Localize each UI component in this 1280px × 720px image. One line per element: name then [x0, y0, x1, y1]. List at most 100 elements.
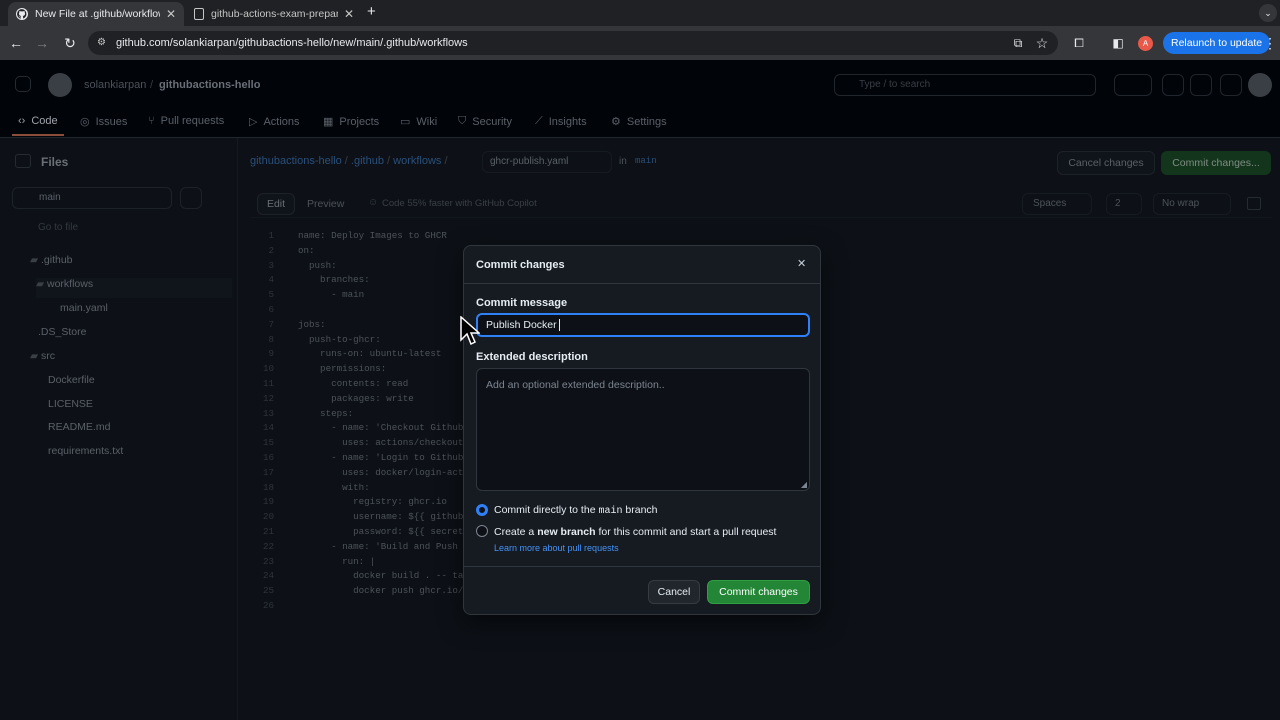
tab-issues[interactable]: ◎ Issues: [80, 115, 127, 129]
edit-tab[interactable]: Edit: [257, 193, 295, 215]
indent-mode-select[interactable]: Spaces: [1022, 193, 1092, 215]
pull-requests-icon[interactable]: [1190, 74, 1212, 96]
line-content: packages: write: [298, 392, 414, 404]
tab-wiki[interactable]: ▭ Wiki: [400, 115, 437, 129]
line-content: contents: read: [298, 378, 409, 389]
line-number: 17: [262, 466, 274, 478]
code-icon: ‹›: [18, 115, 26, 127]
commit-directly-label[interactable]: Commit directly to the main branch: [494, 504, 658, 517]
extended-description-textarea[interactable]: Add an optional extended description.. ◢: [476, 368, 810, 491]
tab-security[interactable]: ⛉ Security: [458, 115, 512, 128]
commit-message-value: Publish Docker: [486, 319, 557, 331]
new-branch-label[interactable]: Create a new branch for this commit and …: [494, 526, 776, 538]
close-tab-icon[interactable]: ✕: [344, 7, 354, 21]
line-content: runs-on: ubuntu-latest: [298, 348, 442, 360]
new-branch-radio[interactable]: [476, 525, 488, 537]
browser-tab[interactable]: github-actions-exam-preparatio ✕: [186, 2, 362, 26]
breadcrumb-repo[interactable]: githubactions-hello: [250, 155, 342, 167]
line-number: 23: [262, 555, 274, 567]
text-caret: [558, 319, 560, 331]
new-tab-icon[interactable]: +: [367, 3, 376, 20]
commit-message-label: Commit message: [476, 297, 568, 309]
cancel-button[interactable]: Cancel: [648, 580, 700, 604]
line-number: 9: [268, 348, 274, 360]
tab-title: New File at .github/workflows: [35, 8, 160, 20]
install-app-icon[interactable]: ⧉: [1010, 35, 1026, 51]
close-dialog-icon[interactable]: ✕: [797, 257, 806, 270]
extensions-icon[interactable]: ⧠: [1071, 35, 1087, 51]
line-content: jobs:: [298, 318, 326, 330]
line-content: on:: [298, 244, 315, 256]
line-number: 15: [262, 437, 274, 449]
side-panel-icon[interactable]: [1247, 197, 1261, 210]
site-info-icon[interactable]: ⚙: [97, 37, 109, 49]
play-icon: ▷: [249, 116, 258, 128]
commit-message-input[interactable]: Publish Docker: [476, 313, 810, 337]
line-content: - name: 'Checkout Github: [298, 422, 464, 434]
profile-avatar[interactable]: A: [1138, 36, 1153, 51]
line-number: 7: [268, 318, 274, 330]
line-content: branches:: [298, 274, 370, 286]
tab-settings[interactable]: ⚙ Settings: [611, 115, 667, 129]
copilot-promo[interactable]: Code 55% faster with GitHub Copilot: [382, 198, 537, 209]
side-panel-icon[interactable]: ◧: [1110, 35, 1126, 51]
browser-tab-active[interactable]: New File at .github/workflows ✕: [8, 2, 184, 26]
branch-select[interactable]: main: [12, 187, 172, 209]
tab-search-icon[interactable]: ⌄: [1259, 4, 1277, 22]
cancel-changes-button[interactable]: Cancel changes: [1057, 151, 1155, 175]
github-favicon-icon: [16, 8, 28, 20]
reload-icon[interactable]: ↻: [62, 35, 78, 51]
line-number: 4: [268, 274, 274, 286]
forward-icon[interactable]: →: [34, 35, 50, 51]
relaunch-button[interactable]: Relaunch to update: [1163, 32, 1271, 54]
commit-changes-dialog: Commit changes ✕ Commit message Publish …: [463, 245, 821, 615]
sidebar-toggle-icon[interactable]: [15, 154, 31, 168]
line-number: 20: [262, 511, 274, 523]
add-file-icon[interactable]: [180, 187, 202, 209]
resize-handle-icon[interactable]: ◢: [801, 480, 807, 489]
search-input[interactable]: Type / to search: [834, 74, 1096, 96]
filename-input[interactable]: ghcr-publish.yaml: [482, 151, 612, 173]
line-content: push:: [298, 259, 337, 271]
user-avatar[interactable]: [1248, 73, 1272, 97]
preview-tab[interactable]: Preview: [307, 198, 344, 210]
tab-code[interactable]: ‹› Code: [18, 115, 58, 127]
commit-changes-button[interactable]: Commit changes: [707, 580, 810, 604]
line-number: 22: [262, 540, 274, 552]
repo-link[interactable]: githubactions-hello: [159, 79, 260, 91]
line-number: 26: [262, 600, 274, 611]
owner-link[interactable]: solankiarpan: [84, 79, 146, 91]
line-content: username: ${{ github.: [298, 511, 469, 523]
github-logo-icon[interactable]: [48, 73, 72, 97]
tab-pull-requests[interactable]: ⑂ Pull requests: [148, 115, 224, 127]
indent-size-select[interactable]: 2: [1106, 193, 1142, 215]
line-content: steps:: [298, 407, 354, 419]
breadcrumb-dir[interactable]: workflows: [393, 155, 441, 167]
bookmark-star-icon[interactable]: ☆: [1034, 35, 1050, 51]
search-files-icon[interactable]: [206, 187, 224, 209]
tab-actions[interactable]: ▷ Actions: [249, 115, 300, 129]
create-new-icon[interactable]: [1114, 74, 1152, 96]
notifications-icon[interactable]: [1220, 74, 1242, 96]
breadcrumb-dir[interactable]: .github: [351, 155, 384, 167]
line-content: docker build . -- tag: [298, 570, 469, 582]
commit-directly-radio[interactable]: [476, 504, 488, 516]
tab-insights[interactable]: ⟋ Insights: [535, 115, 587, 128]
line-content: registry: ghcr.io: [298, 496, 447, 508]
close-tab-icon[interactable]: ✕: [166, 7, 176, 21]
wrap-mode-select[interactable]: No wrap: [1153, 193, 1231, 215]
shield-icon: ⛉: [458, 115, 467, 127]
hamburger-icon[interactable]: [15, 76, 31, 92]
browser-menu-icon[interactable]: ⋮: [1262, 35, 1278, 51]
line-content: permissions:: [298, 363, 387, 375]
line-number: 11: [262, 378, 274, 389]
tab-projects[interactable]: ▦ Projects: [323, 115, 379, 129]
learn-more-link[interactable]: Learn more about pull requests: [494, 543, 619, 553]
book-icon: ▭: [400, 116, 411, 128]
line-number: 12: [262, 392, 274, 404]
address-bar[interactable]: ⚙ github.com/solankiarpan/githubactions-…: [88, 31, 1058, 55]
back-icon[interactable]: ←: [8, 35, 24, 51]
url-text: github.com/solankiarpan/githubactions-he…: [116, 37, 468, 49]
issues-icon[interactable]: [1162, 74, 1184, 96]
commit-changes-button-top[interactable]: Commit changes...: [1161, 151, 1271, 175]
